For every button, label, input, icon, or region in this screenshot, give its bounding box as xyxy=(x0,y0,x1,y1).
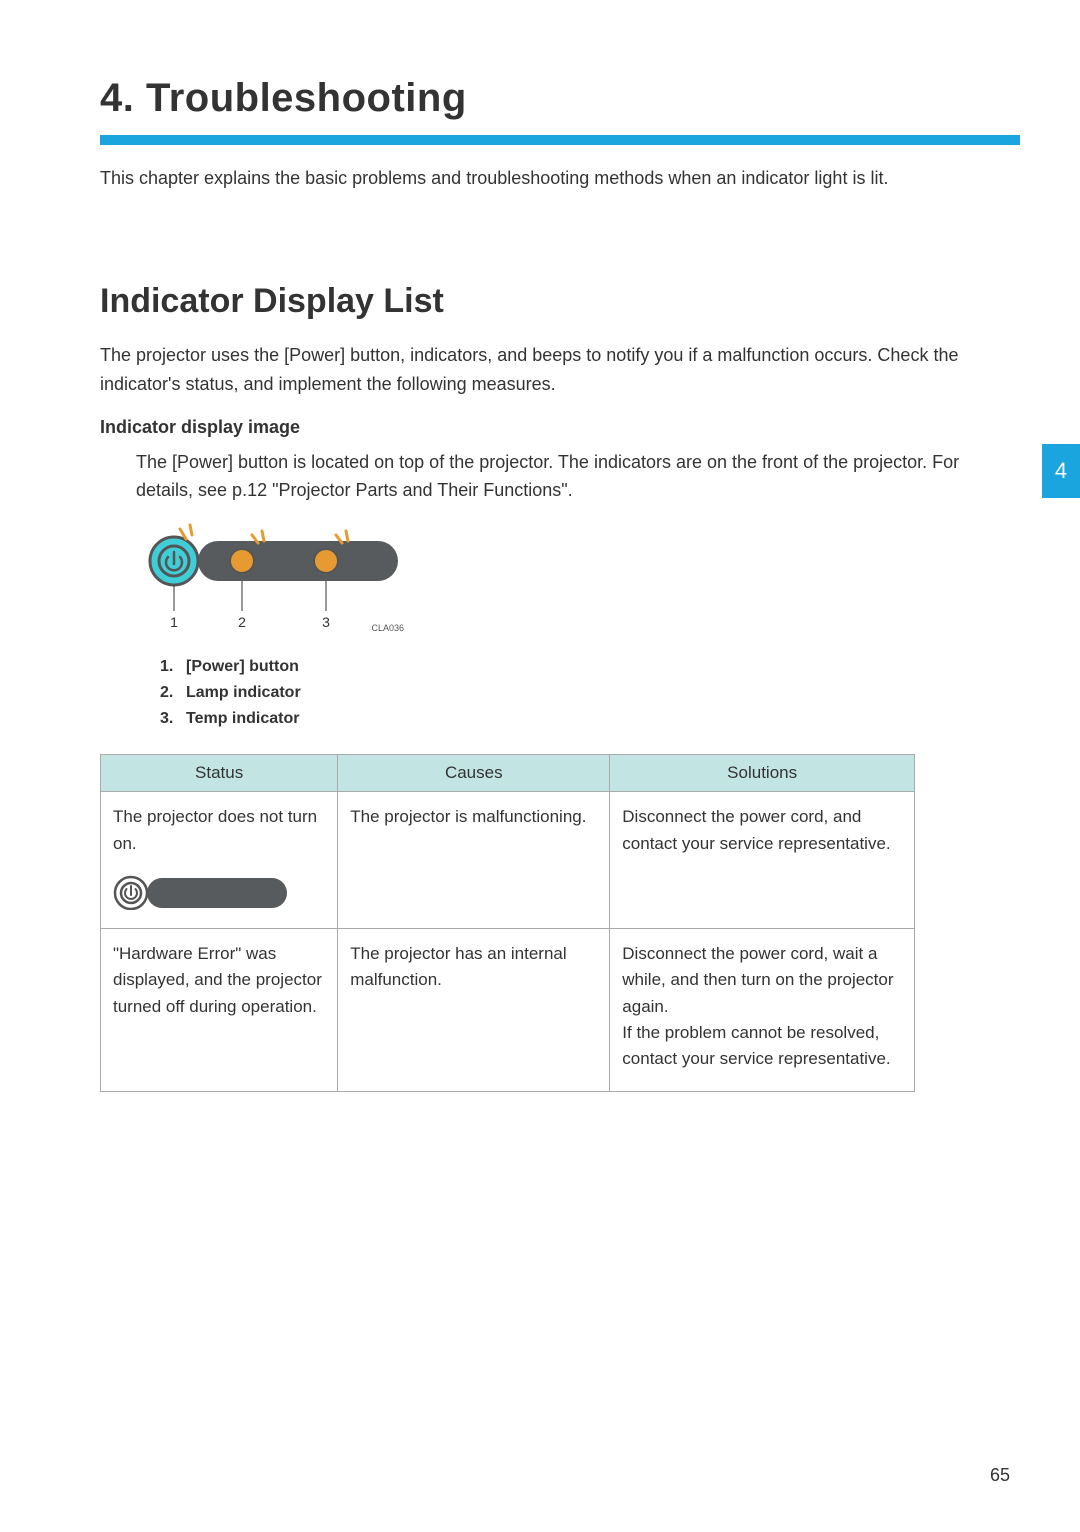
legend-num: 1. xyxy=(160,658,176,676)
diagram-code: CLA036 xyxy=(371,623,404,633)
page-number: 65 xyxy=(990,1465,1010,1486)
page: 4. Troubleshooting This chapter explains… xyxy=(0,0,1080,1532)
legend-num: 3. xyxy=(160,710,176,728)
chapter-title: 4. Troubleshooting xyxy=(100,76,1020,121)
legend-item-temp: 3. Temp indicator xyxy=(160,710,1020,728)
troubleshooting-table: Status Causes Solutions The projector do… xyxy=(100,754,915,1091)
svg-text:1: 1 xyxy=(170,614,178,630)
indicator-display-image-heading: Indicator display image xyxy=(100,417,1020,438)
accent-bar xyxy=(100,135,1020,145)
table-row: "Hardware Error" was displayed, and the … xyxy=(101,928,915,1091)
legend-label: Temp indicator xyxy=(186,710,300,728)
legend-num: 2. xyxy=(160,684,176,702)
side-tab: 4 xyxy=(1042,444,1080,498)
th-solutions: Solutions xyxy=(610,755,915,792)
cell-causes: The projector has an internal malfunctio… xyxy=(338,928,610,1091)
legend-label: Lamp indicator xyxy=(186,684,301,702)
legend-label: [Power] button xyxy=(186,658,299,676)
legend-item-power: 1. [Power] button xyxy=(160,658,1020,676)
table-row: The projector does not turn on. The proj… xyxy=(101,792,915,929)
cell-status: The projector does not turn on. xyxy=(101,792,338,929)
svg-text:2: 2 xyxy=(238,614,246,630)
status-text: The projector does not turn on. xyxy=(113,807,317,852)
indicator-display-image-text: The [Power] button is located on top of … xyxy=(136,448,1020,506)
side-tab-number: 4 xyxy=(1055,458,1067,484)
svg-text:3: 3 xyxy=(322,614,330,630)
cell-causes: The projector is malfunctioning. xyxy=(338,792,610,929)
legend-item-lamp: 2. Lamp indicator xyxy=(160,684,1020,702)
section-title: Indicator Display List xyxy=(100,282,1020,321)
th-status: Status xyxy=(101,755,338,792)
th-causes: Causes xyxy=(338,755,610,792)
section-intro: The projector uses the [Power] button, i… xyxy=(100,341,1020,399)
cell-solutions: Disconnect the power cord, and contact y… xyxy=(610,792,915,929)
cell-status: "Hardware Error" was displayed, and the … xyxy=(101,928,338,1091)
indicator-diagram-svg: 1 2 3 CLA036 xyxy=(136,517,426,637)
cell-solutions: Disconnect the power cord, wait a while,… xyxy=(610,928,915,1091)
legend-list: 1. [Power] button 2. Lamp indicator 3. T… xyxy=(160,658,1020,728)
indicator-diagram: 1 2 3 CLA036 xyxy=(136,517,426,642)
chapter-intro: This chapter explains the basic problems… xyxy=(100,165,1020,192)
status-mini-diagram xyxy=(113,875,293,910)
